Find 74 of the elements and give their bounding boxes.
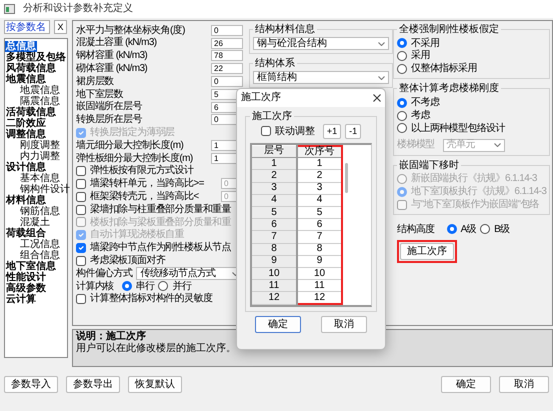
table-cell: 11	[297, 280, 342, 292]
option-label: 不考虑	[411, 97, 440, 109]
table-cell: 10	[252, 267, 297, 280]
option-label: 与"地下室顶板作为嵌固端"包络	[411, 198, 540, 210]
field-label: 构件偏心方式	[76, 268, 132, 280]
column-header: 次序号	[297, 146, 342, 158]
field-label: 钢材容重 (kN/m3)	[76, 50, 148, 62]
table-cell: 12	[297, 292, 342, 304]
checkbox-label: 转换层指定为薄弱层	[90, 127, 175, 139]
option-label: 以上两种模型包络设计	[411, 122, 506, 134]
field-label: 混凝土容重 (kN/m3)	[76, 37, 158, 49]
field-label: 地下室层数	[76, 88, 124, 100]
field-label: 楼梯模型	[397, 139, 435, 151]
checkbox-label: 计算整体指标对构件的灵敏度	[90, 293, 212, 305]
table-cell: 6	[297, 218, 342, 231]
option-label: 并行	[172, 280, 192, 292]
field-label: 裙房层数	[76, 76, 115, 88]
option-label: A级	[460, 224, 476, 236]
column-header: 层号	[252, 146, 297, 158]
checkbox-label: 框架梁转壳元，当跨高比<	[90, 191, 199, 202]
table-cell: 8	[297, 243, 342, 256]
table-cell: 3	[252, 182, 297, 194]
table-cell: 7	[297, 230, 342, 244]
option-label: 地下室顶板执行《抗规》6.1.14-3	[411, 186, 546, 198]
table-cell: 1	[297, 158, 342, 170]
table-cell: 11	[252, 280, 297, 292]
table-cell: 5	[297, 206, 342, 219]
description-title: 说明：施工次序	[76, 331, 147, 342]
group-title: 结构体系	[254, 58, 296, 69]
checkbox-label: 楼板扣除与梁板重叠部分质量和重	[90, 216, 232, 228]
group-title: 嵌固端下移时	[398, 160, 460, 171]
table-cell: 2	[297, 170, 342, 182]
window-title: 分析和设计参数补充定义	[23, 3, 133, 15]
option-label: B级	[494, 224, 510, 236]
table-cell: 12	[252, 292, 297, 304]
field-label: 计算内核	[76, 280, 114, 292]
table-cell: 4	[297, 194, 342, 207]
option-label: 不采用	[411, 38, 440, 50]
group-title: 结构材料信息	[254, 24, 316, 35]
field-label: 嵌固端所在层号	[76, 101, 143, 113]
group-title: 全楼强制刚性楼板假定	[398, 24, 500, 35]
checkbox-label: 联动调整	[274, 126, 315, 138]
table-cell: 10	[297, 267, 342, 280]
checkbox-label: 弹性板按有限元方式设计	[90, 165, 194, 177]
option-label: 串行	[136, 280, 154, 292]
table-cell: 6	[252, 218, 297, 231]
table-cell: 9	[297, 255, 342, 268]
field-label: 结构高度	[397, 224, 435, 236]
option-label: 考虑	[411, 110, 430, 122]
checkbox-label: 自动计算现浇楼板自重	[90, 229, 184, 241]
field-label: 墙元细分最大控制长度(m)	[76, 140, 184, 152]
option-label: 采用	[411, 50, 430, 62]
option-label: 新嵌固端执行《抗规》6.1.14-3	[411, 173, 537, 185]
table-cell: 7	[252, 230, 297, 244]
description-text: 用户可以在此修改楼层的施工次序。	[76, 342, 237, 354]
table-cell: 5	[252, 206, 297, 219]
table-cell: 2	[252, 170, 297, 182]
checkbox-label: 考虑梁板顶面对齐	[90, 254, 166, 266]
table-cell: 4	[252, 194, 297, 207]
option-label: 仅整体指标采用	[411, 63, 477, 75]
field-label: 水平力与整体坐标夹角(度)	[76, 24, 186, 36]
checkbox-label: 墙梁转杆单元，当跨高比>=	[90, 178, 204, 190]
table-cell: 8	[252, 243, 297, 256]
field-label: 弹性板细分最大控制长度(m)	[76, 152, 194, 164]
field-label: 转换层所在层号	[76, 114, 143, 126]
group-title: 施工次序	[251, 111, 293, 122]
group-title: 整体计算考虑楼梯刚度	[398, 83, 500, 94]
table-cell: 1	[252, 158, 297, 170]
checkbox-label: 梁墙扣除与柱重叠部分质量和重量	[90, 204, 232, 216]
field-label: 砌体容重 (kN/m3)	[76, 63, 148, 75]
table-cell: 3	[297, 182, 342, 194]
dialog-title: 施工次序	[241, 92, 281, 104]
table-cell: 9	[252, 255, 297, 268]
checkbox-label: 墙梁跨中节点作为刚性楼板从节点	[90, 242, 232, 254]
